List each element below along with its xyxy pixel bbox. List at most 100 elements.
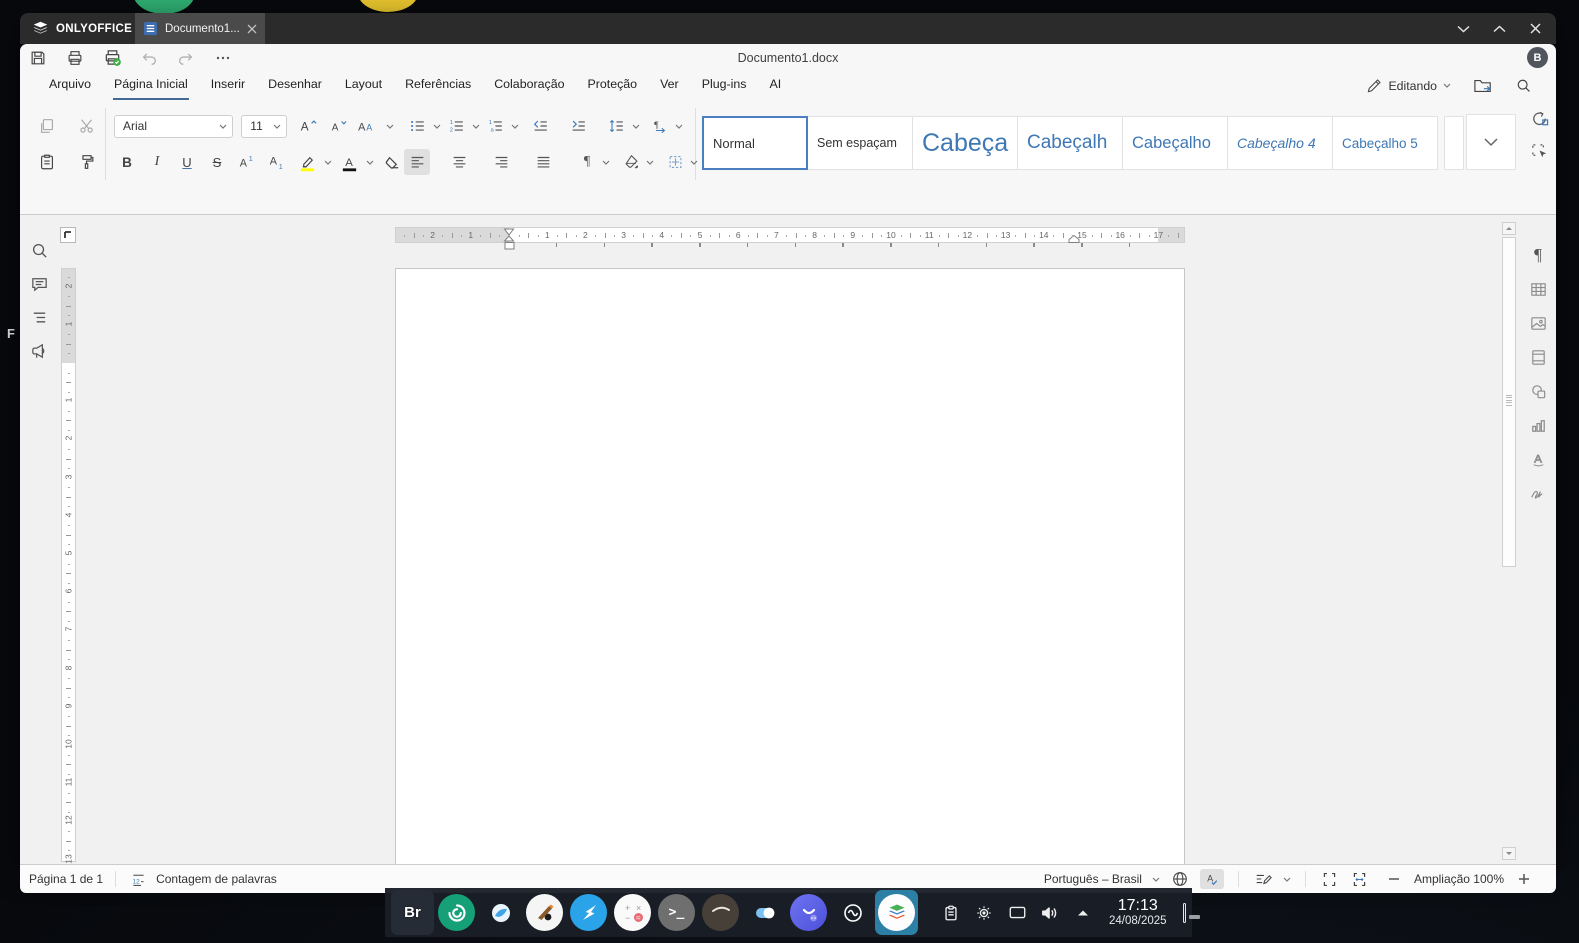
volume-icon[interactable]: [1040, 903, 1060, 923]
vertical-ruler[interactable]: 2 1 1 2 3 4 5 6 7 8 9 10 11 12 13: [61, 268, 76, 863]
bold-button[interactable]: B: [114, 149, 140, 175]
close-button[interactable]: [1524, 18, 1546, 40]
font-size-select[interactable]: 11: [241, 114, 288, 138]
document-page[interactable]: [395, 268, 1185, 864]
minimize-button[interactable]: [1452, 18, 1474, 40]
change-case-dropdown-icon[interactable]: [385, 113, 394, 139]
ribbon-tab-refer-ncias[interactable]: Referências: [404, 71, 472, 100]
decrease-indent-button[interactable]: [527, 113, 553, 139]
underline-button[interactable]: U: [174, 149, 200, 175]
save-button[interactable]: [28, 48, 48, 68]
tab-close-icon[interactable]: [247, 24, 257, 34]
paragraph-direction-dropdown-icon[interactable]: [674, 113, 683, 139]
print-button[interactable]: [65, 48, 85, 68]
shape-settings-icon[interactable]: [1528, 381, 1548, 401]
display-icon[interactable]: [1007, 903, 1027, 923]
show-paragraph-marks-button[interactable]: ¶: [574, 149, 600, 175]
cut-button[interactable]: [74, 113, 100, 139]
shading-dropdown-icon[interactable]: [646, 149, 654, 175]
maximize-button[interactable]: [1488, 18, 1510, 40]
track-changes-dropdown-icon[interactable]: [1283, 877, 1291, 882]
ribbon-tab-plug-ins[interactable]: Plug-ins: [701, 71, 748, 100]
multilevel-list-button[interactable]: 1a: [482, 113, 508, 139]
word-count-icon[interactable]: 12: [128, 869, 148, 889]
increase-indent-button[interactable]: [565, 113, 591, 139]
taskbar-app-onlyoffice[interactable]: [875, 890, 918, 935]
image-settings-icon[interactable]: [1528, 313, 1548, 333]
highlight-color-button[interactable]: [294, 149, 320, 175]
search-icon[interactable]: [1515, 77, 1532, 94]
style-chip-h2[interactable]: Cabeçalh: [1017, 116, 1123, 170]
ribbon-tab-ver[interactable]: Ver: [659, 71, 680, 100]
fit-to-width-button[interactable]: [1350, 869, 1370, 889]
decrease-font-size-button[interactable]: A: [325, 113, 351, 139]
text-art-settings-icon[interactable]: A: [1528, 449, 1548, 469]
taskbar-app-audio-wave[interactable]: [831, 890, 874, 935]
zoom-out-button[interactable]: [1384, 869, 1404, 889]
select-all-button[interactable]: [1530, 142, 1549, 161]
format-painter-button[interactable]: [74, 149, 100, 175]
clear-formatting-button[interactable]: [378, 149, 404, 175]
change-case-button[interactable]: AA: [355, 113, 381, 139]
user-avatar[interactable]: B: [1527, 47, 1548, 68]
paragraph-settings-icon[interactable]: ¶: [1528, 245, 1548, 265]
document-language-icon[interactable]: [1170, 869, 1190, 889]
ribbon-tab-prote-o[interactable]: Proteção: [586, 71, 638, 100]
zoom-level-label[interactable]: Ampliação 100%: [1414, 872, 1504, 886]
paragraph-marks-dropdown-icon[interactable]: [602, 149, 610, 175]
strikethrough-button[interactable]: S: [204, 149, 230, 175]
style-chip-h1[interactable]: Cabeça: [912, 116, 1018, 170]
ribbon-tab-arquivo[interactable]: Arquivo: [48, 71, 92, 100]
superscript-button[interactable]: A1: [234, 149, 260, 175]
line-spacing-button[interactable]: [603, 113, 629, 139]
taskbar-app-wolf-browser[interactable]: [479, 890, 522, 935]
word-count-label[interactable]: Contagem de palavras: [156, 872, 277, 886]
undo-button[interactable]: [139, 48, 159, 68]
page-number-indicator[interactable]: Página 1 de 1: [29, 872, 103, 886]
ribbon-tab-ai[interactable]: AI: [768, 71, 782, 100]
taskbar-app-br-browser[interactable]: Br: [391, 890, 434, 935]
ribbon-tab-colabora-o[interactable]: Colaboração: [493, 71, 565, 100]
align-center-button[interactable]: [446, 149, 472, 175]
ribbon-tab-desenhar[interactable]: Desenhar: [267, 71, 323, 100]
numbered-list-dropdown-icon[interactable]: [471, 113, 480, 139]
font-color-button[interactable]: A: [336, 149, 362, 175]
track-changes-button[interactable]: [1253, 869, 1273, 889]
language-selector[interactable]: Português – Brasil: [1044, 872, 1142, 886]
headings-panel-icon[interactable]: [30, 308, 49, 327]
zoom-in-button[interactable]: [1514, 869, 1534, 889]
scroll-up-button[interactable]: [1502, 222, 1516, 235]
justify-button[interactable]: [530, 149, 556, 175]
borders-dropdown-icon[interactable]: [690, 149, 698, 175]
taskbar-app-assistant[interactable]: [787, 890, 830, 935]
style-chip-h3[interactable]: Cabeçalho: [1122, 116, 1228, 170]
comments-panel-icon[interactable]: [30, 275, 49, 294]
bullet-list-button[interactable]: [404, 113, 430, 139]
quick-print-button[interactable]: [102, 48, 122, 68]
increase-font-size-button[interactable]: A: [295, 113, 321, 139]
multilevel-list-dropdown-icon[interactable]: [510, 113, 519, 139]
font-name-select[interactable]: Arial: [114, 114, 234, 138]
redo-button[interactable]: [176, 48, 196, 68]
line-spacing-dropdown-icon[interactable]: [631, 113, 640, 139]
spell-check-toggle[interactable]: A: [1199, 869, 1224, 889]
feedback-icon[interactable]: [30, 342, 49, 361]
shading-button[interactable]: [618, 149, 644, 175]
taskbar-app-kite[interactable]: [567, 890, 610, 935]
ribbon-tab-layout[interactable]: Layout: [344, 71, 383, 100]
taskbar-app-paint[interactable]: [523, 890, 566, 935]
taskbar-app-chatgpt[interactable]: [435, 890, 478, 935]
customize-toolbar-button[interactable]: [213, 48, 233, 68]
borders-button[interactable]: [662, 149, 688, 175]
taskbar-app-settings-toggle[interactable]: [743, 890, 786, 935]
find-panel-icon[interactable]: [30, 241, 49, 260]
editing-mode-button[interactable]: Editando: [1366, 78, 1451, 94]
taskbar-clock[interactable]: 17:13 24/08/2025: [1109, 897, 1167, 927]
document-tab[interactable]: Documento1....: [135, 13, 265, 44]
align-right-button[interactable]: [488, 149, 514, 175]
paragraph-direction-button[interactable]: ¶: [646, 113, 672, 139]
italic-button[interactable]: I: [144, 149, 170, 175]
taskbar-app-calculator[interactable]: + × − =: [611, 890, 654, 935]
style-gallery-expand-button[interactable]: [1466, 114, 1516, 170]
fit-to-page-button[interactable]: [1320, 869, 1340, 889]
